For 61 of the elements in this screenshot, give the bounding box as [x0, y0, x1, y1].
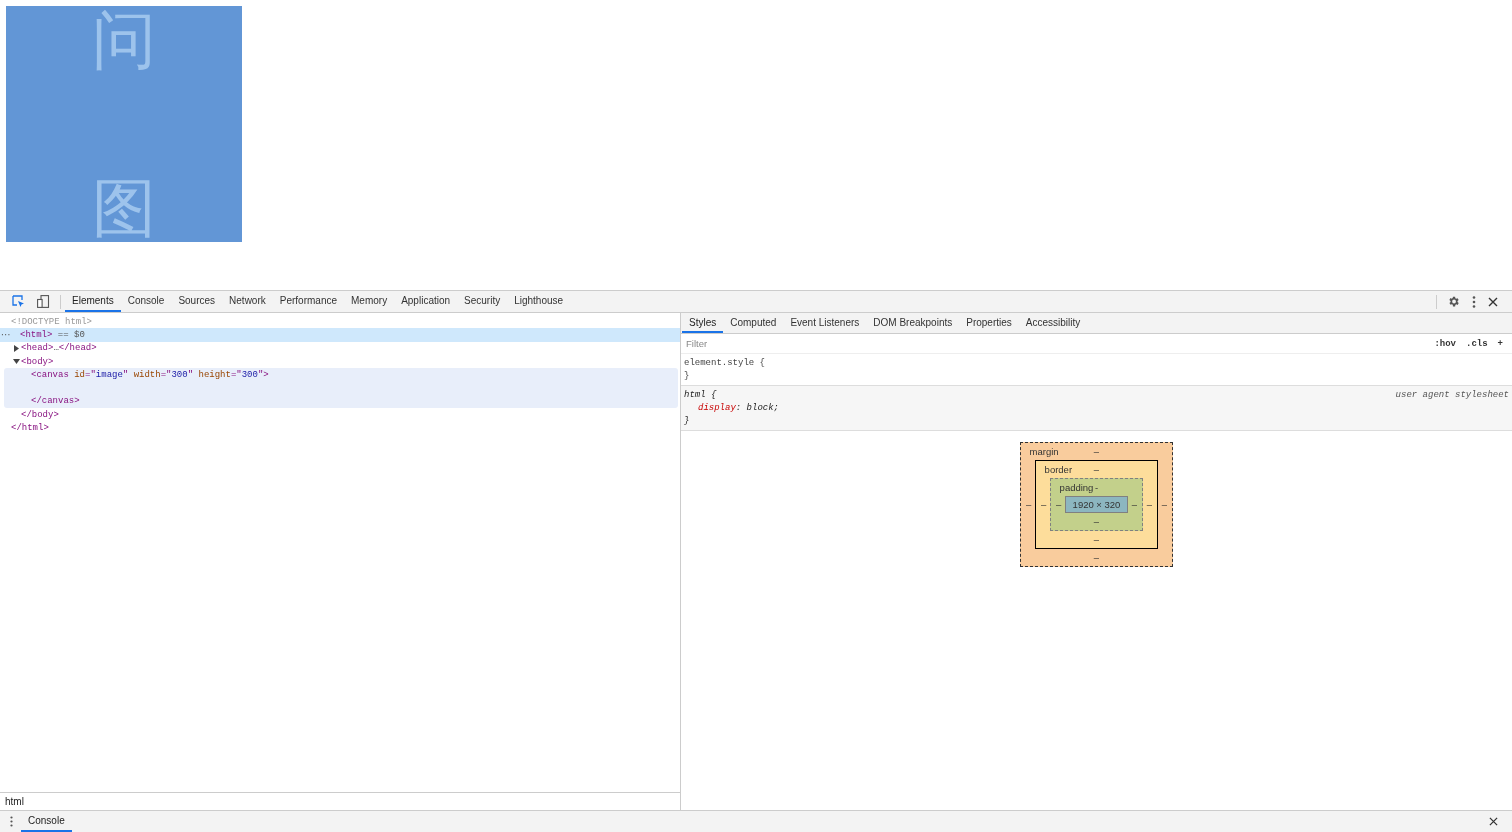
box-value: –: [1093, 446, 1100, 457]
canvas-text: 图: [92, 176, 156, 240]
closing-tag[interactable]: </canvas>: [31, 396, 80, 407]
dom-node[interactable]: <canvas id="image" width="300" height="300">: [31, 369, 269, 380]
box-value: –: [1093, 552, 1100, 563]
close-icon[interactable]: [1488, 296, 1498, 307]
canvas-text: 问: [92, 8, 156, 72]
more-icon[interactable]: [1472, 295, 1476, 308]
drawer-tab[interactable]: Console: [21, 811, 72, 832]
css-selector: element.style {: [684, 357, 765, 370]
box-value: –: [1024, 499, 1033, 510]
rule-origin: user agent stylesheet: [1395, 389, 1509, 402]
closing-brace: }: [684, 370, 690, 383]
box-value: –: [1093, 534, 1100, 545]
panel-tab[interactable]: Console: [120, 291, 172, 312]
toolbar-toggle[interactable]: :hov: [1429, 338, 1461, 349]
panel-tab[interactable]: Network: [222, 291, 273, 312]
box-value: –: [1039, 499, 1048, 510]
sidebar-tab[interactable]: Accessibility: [1018, 313, 1088, 333]
box-value: –: [1093, 516, 1100, 527]
more-icon[interactable]: [10, 816, 13, 827]
box-label: border: [1044, 464, 1073, 475]
css-declaration[interactable]: display: block;: [698, 403, 780, 413]
box-value: -: [1094, 482, 1099, 493]
panel-tab[interactable]: Performance: [272, 291, 344, 312]
sidebar-tab[interactable]: DOM Breakpoints: [866, 313, 960, 333]
box-label: margin: [1029, 446, 1059, 457]
closing-tag[interactable]: </body>: [21, 409, 59, 420]
panel-tab[interactable]: Security: [457, 291, 508, 312]
box-value: –: [1054, 499, 1063, 510]
box-value: –: [1093, 464, 1100, 475]
box-value: –: [1160, 499, 1169, 510]
panel-tab[interactable]: Elements: [65, 291, 121, 312]
content-box: 1920 × 320: [1064, 496, 1129, 513]
expanded-triangle-icon[interactable]: [13, 358, 20, 366]
sidebar-tab[interactable]: Properties: [959, 313, 1019, 333]
toolbar-toggle[interactable]: .cls: [1461, 338, 1493, 349]
toolbar-toggle[interactable]: +: [1492, 338, 1508, 349]
dom-node[interactable]: <body>: [21, 356, 54, 367]
dom-node[interactable]: <html> == $0: [20, 329, 85, 340]
collapsed-triangle-icon[interactable]: [13, 344, 20, 352]
panel-tab[interactable]: Sources: [171, 291, 223, 312]
box-label: padding: [1059, 482, 1094, 493]
dom-node[interactable]: <head>…</head>: [21, 343, 97, 354]
close-icon[interactable]: [1489, 817, 1498, 826]
inspect-icon[interactable]: [12, 295, 25, 308]
panel-tab[interactable]: Lighthouse: [507, 291, 571, 312]
breadcrumb-item[interactable]: html: [5, 796, 24, 807]
sidebar-tab[interactable]: Computed: [723, 313, 784, 333]
box-value: –: [1130, 499, 1139, 510]
closing-brace: }: [684, 415, 690, 428]
sidebar-tab[interactable]: Styles: [682, 313, 724, 333]
box-value: –: [1145, 499, 1154, 510]
closing-tag[interactable]: </html>: [11, 423, 49, 433]
css-selector: html {: [684, 389, 717, 402]
device-icon[interactable]: [37, 295, 50, 308]
sidebar-tab[interactable]: Event Listeners: [783, 313, 867, 333]
panel-tab[interactable]: Memory: [344, 291, 395, 312]
settings-icon[interactable]: [1447, 295, 1460, 308]
selection-marker: ···: [0, 329, 10, 342]
panel-tab[interactable]: Application: [394, 291, 458, 312]
